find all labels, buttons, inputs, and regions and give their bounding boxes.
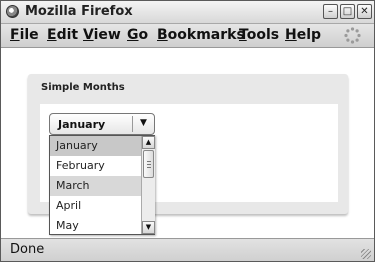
option-february[interactable]: February — [50, 156, 141, 176]
scroll-down-button[interactable]: ▼ — [142, 221, 155, 234]
option-january[interactable]: January — [50, 136, 141, 156]
grip-line — [147, 161, 151, 162]
triangle-up-icon: ▲ — [145, 138, 152, 146]
option-may[interactable]: May — [50, 216, 141, 236]
menu-go[interactable]: Go — [127, 27, 148, 43]
month-dropdown-list: January February March April May ▲ ▼ — [49, 135, 155, 235]
menu-bookmarks[interactable]: Bookmarks — [157, 27, 245, 43]
window-title: Mozilla Firefox — [25, 4, 133, 19]
scroll-up-button[interactable]: ▲ — [142, 136, 155, 149]
triangle-down-icon: ▼ — [140, 118, 147, 128]
menu-help[interactable]: Help — [285, 27, 321, 43]
minimize-button[interactable]: – — [323, 4, 338, 19]
menu-file[interactable]: File — [10, 27, 39, 43]
grip-line — [147, 167, 151, 168]
menu-bar: File Edit View Go Bookmarks Tools Help — [1, 24, 374, 48]
scroll-thumb[interactable] — [143, 150, 154, 178]
close-button[interactable]: ✕ — [357, 4, 372, 19]
divider — [132, 116, 133, 132]
close-icon: ✕ — [360, 6, 369, 17]
month-select[interactable]: January ▼ — [49, 113, 155, 135]
grip-line — [147, 164, 151, 165]
menu-view[interactable]: View — [83, 27, 121, 43]
maximize-button[interactable]: □ — [340, 4, 355, 19]
panel-title: Simple Months — [41, 82, 125, 93]
status-text: Done — [10, 242, 45, 257]
title-bar: Mozilla Firefox – □ ✕ — [1, 1, 374, 24]
minimize-icon: – — [328, 6, 333, 17]
menu-edit[interactable]: Edit — [47, 27, 78, 43]
menu-tools[interactable]: Tools — [239, 27, 279, 43]
option-april[interactable]: April — [50, 196, 141, 216]
throbber-icon — [344, 27, 361, 44]
resize-grip-icon[interactable] — [361, 249, 371, 259]
browser-window: Mozilla Firefox – □ ✕ File Edit View Go … — [0, 0, 375, 262]
option-march[interactable]: March — [50, 176, 141, 196]
firefox-app-icon — [6, 5, 19, 18]
triangle-down-icon: ▼ — [145, 223, 152, 231]
dropdown-scrollbar[interactable]: ▲ ▼ — [141, 136, 155, 234]
maximize-icon: □ — [342, 6, 353, 17]
month-select-value: January — [58, 118, 106, 131]
status-bar: Done — [1, 238, 374, 261]
